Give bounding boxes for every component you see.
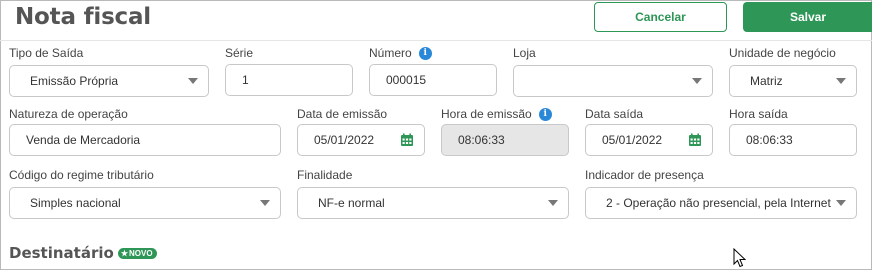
save-button[interactable]: Salvar xyxy=(743,2,872,32)
serie-input[interactable]: 1 xyxy=(225,64,353,96)
data-emissao-label: Data de emissão xyxy=(297,107,387,121)
unidade-negocio-value: Matriz xyxy=(750,74,783,88)
hora-saida-label-text: Hora saída xyxy=(729,107,788,121)
badge-text: NOVO xyxy=(128,248,153,258)
hora-saida-input[interactable]: 08:06:33 xyxy=(729,124,857,156)
natureza-operacao-value: Venda de Mercadoria xyxy=(26,133,141,147)
numero-input[interactable]: 000015 xyxy=(369,64,497,96)
natureza-operacao-input[interactable]: Venda de Mercadoria xyxy=(9,124,281,156)
tipo-saida-select[interactable]: Emissão Própria xyxy=(9,65,209,97)
indicador-presenca-value: 2 - Operação não presencial, pela Intern… xyxy=(606,196,831,210)
unidade-negocio-label-text: Unidade de negócio xyxy=(729,46,836,60)
data-emissao-label-text: Data de emissão xyxy=(297,107,388,121)
hora-emissao-value: 08:06:33 xyxy=(458,133,505,147)
loja-select[interactable] xyxy=(513,65,713,97)
data-emissao-input[interactable]: 05/01/2022 xyxy=(297,124,425,156)
natureza-operacao-label-text: Natureza de operação xyxy=(9,107,128,121)
tipo-saida-label: Tipo de Saída xyxy=(9,46,83,60)
data-saida-input[interactable]: 05/01/2022 xyxy=(585,124,713,156)
numero-label-text: Número xyxy=(369,46,412,60)
page-header: Nota fiscal Cancelar Salvar xyxy=(0,0,872,41)
new-badge: ★ NOVO xyxy=(117,247,157,259)
data-emissao-value: 05/01/2022 xyxy=(314,133,375,147)
indicador-presenca-label-text: Indicador de presença xyxy=(585,168,704,182)
regime-tributario-select[interactable]: Simples nacional xyxy=(9,187,281,219)
section-title-text: Destinatário xyxy=(9,244,114,262)
regime-tributario-value: Simples nacional xyxy=(30,196,121,210)
chevron-down-icon xyxy=(548,200,558,206)
chevron-down-icon xyxy=(188,78,198,84)
finalidade-label-text: Finalidade xyxy=(297,168,353,182)
serie-label-text: Série xyxy=(225,46,254,60)
chevron-down-icon xyxy=(836,78,846,84)
loja-label: Loja xyxy=(513,46,536,60)
tipo-saida-value: Emissão Própria xyxy=(30,74,119,88)
calendar-icon[interactable] xyxy=(400,133,414,147)
hora-emissao-input: 08:06:33 xyxy=(441,124,569,156)
indicador-presenca-label: Indicador de presença xyxy=(585,168,704,182)
unidade-negocio-label: Unidade de negócio xyxy=(729,46,836,60)
destinatario-section-title: Destinatário ★ NOVO xyxy=(9,244,157,262)
numero-value: 000015 xyxy=(386,73,427,87)
page-title: Nota fiscal xyxy=(15,4,151,30)
regime-tributario-label-text: Código do regime tributário xyxy=(9,168,154,182)
cancel-button[interactable]: Cancelar xyxy=(594,2,727,32)
hora-saida-value: 08:06:33 xyxy=(746,133,793,147)
chevron-down-icon xyxy=(692,78,702,84)
finalidade-select[interactable]: NF-e normal xyxy=(297,187,569,219)
mouse-cursor-icon xyxy=(733,248,747,268)
calendar-icon[interactable] xyxy=(688,133,702,147)
regime-tributario-label: Código do regime tributário xyxy=(9,168,154,182)
hora-emissao-label-text: Hora de emissão xyxy=(441,107,532,121)
data-saida-label: Data saída xyxy=(585,107,643,121)
numero-label: Número i xyxy=(369,46,432,60)
chevron-down-icon xyxy=(836,200,846,206)
finalidade-label: Finalidade xyxy=(297,168,352,182)
data-saida-label-text: Data saída xyxy=(585,107,644,121)
star-icon: ★ xyxy=(120,248,128,258)
chevron-down-icon xyxy=(260,200,270,206)
serie-label: Série xyxy=(225,46,253,60)
loja-label-text: Loja xyxy=(513,46,536,60)
info-icon[interactable]: i xyxy=(418,46,432,60)
natureza-operacao-label: Natureza de operação xyxy=(9,107,128,121)
info-icon[interactable]: i xyxy=(538,107,552,121)
tipo-saida-label-text: Tipo de Saída xyxy=(9,46,84,60)
unidade-negocio-select[interactable]: Matriz xyxy=(729,65,857,97)
serie-value: 1 xyxy=(242,73,249,87)
hora-saida-label: Hora saída xyxy=(729,107,788,121)
hora-emissao-label: Hora de emissão i xyxy=(441,107,552,121)
finalidade-value: NF-e normal xyxy=(318,196,385,210)
data-saida-value: 05/01/2022 xyxy=(602,133,663,147)
indicador-presenca-select[interactable]: 2 - Operação não presencial, pela Intern… xyxy=(585,187,857,219)
